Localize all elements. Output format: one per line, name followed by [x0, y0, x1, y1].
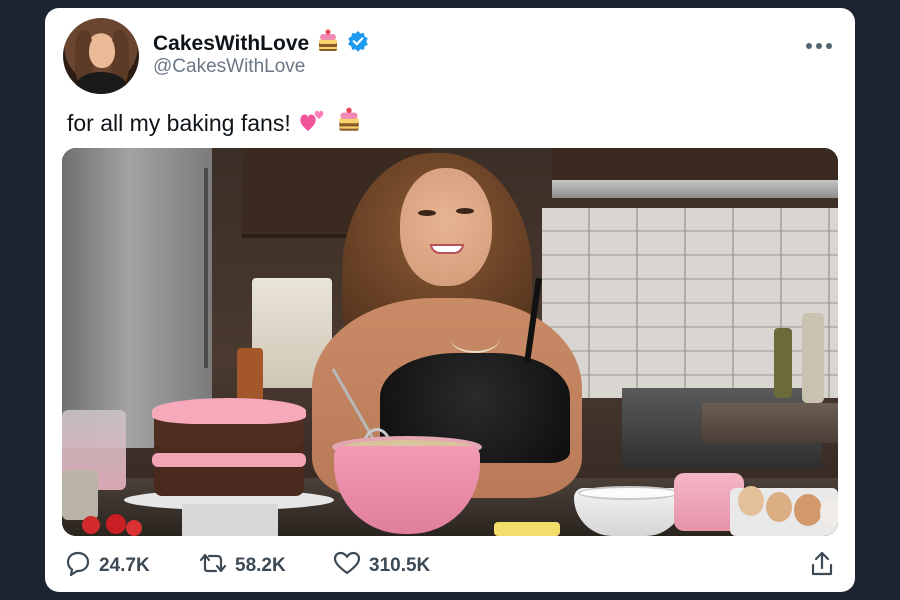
- avatar[interactable]: [63, 18, 139, 94]
- post-photo[interactable]: [62, 148, 838, 536]
- repost-button[interactable]: 58.2K: [199, 550, 286, 581]
- cake-emoji-icon: [335, 106, 363, 140]
- more-icon[interactable]: [805, 30, 833, 56]
- action-bar: 24.7K 58.2K 310.5K: [65, 550, 835, 580]
- cake-emoji-icon: [315, 28, 341, 59]
- post-text-row: for all my baking fans!: [67, 106, 363, 140]
- handle[interactable]: @CakesWithLove: [153, 56, 305, 78]
- author-name-row: CakesWithLove: [153, 28, 369, 59]
- post-text: for all my baking fans!: [67, 109, 291, 136]
- reply-button[interactable]: 24.7K: [65, 550, 150, 581]
- repost-count: 58.2K: [235, 554, 286, 576]
- display-name[interactable]: CakesWithLove: [153, 32, 309, 56]
- post-card: CakesWithLove @CakesWithLove for all my …: [45, 8, 855, 592]
- two-hearts-icon: [299, 107, 327, 139]
- like-count: 310.5K: [369, 554, 431, 576]
- reply-icon: [65, 550, 91, 581]
- share-icon: [809, 551, 835, 582]
- verified-badge-icon: [347, 30, 369, 57]
- reply-count: 24.7K: [99, 554, 150, 576]
- like-icon: [333, 550, 361, 581]
- repost-icon: [199, 550, 227, 581]
- share-button[interactable]: [809, 550, 835, 583]
- like-button[interactable]: 310.5K: [333, 550, 430, 581]
